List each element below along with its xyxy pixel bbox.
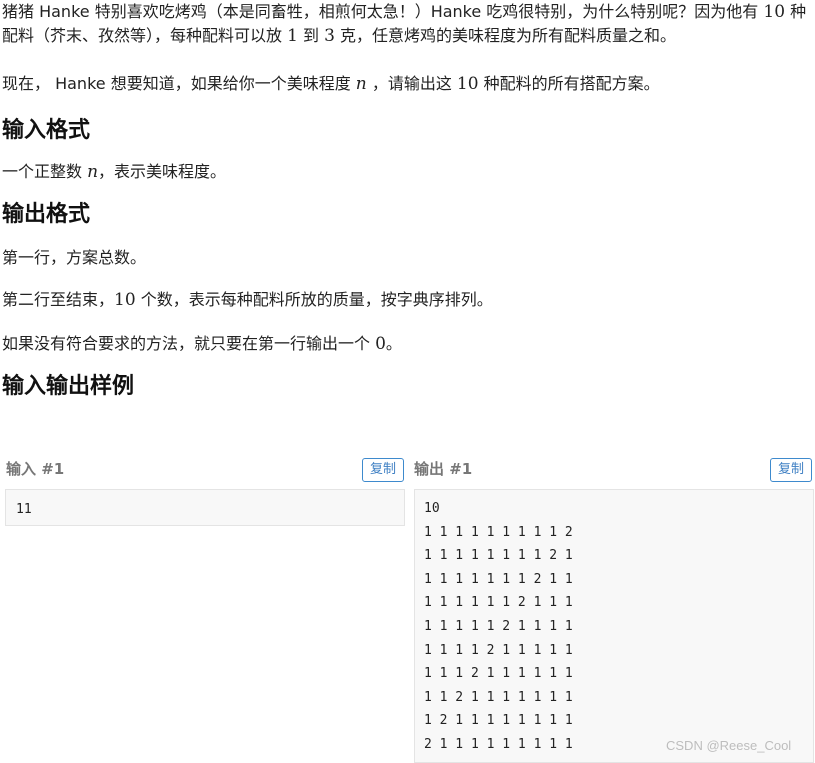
- question-text: ，请输出这: [366, 74, 457, 93]
- problem-content: 猪猪 Hanke 特别喜欢吃烤鸡（本是同畜牲，相煎何太急！）Hanke 吃鸡很特…: [2, 0, 813, 402]
- output-format-line-2: 第二行至结束，10 个数，表示每种配料所放的质量，按字典序排列。: [2, 288, 813, 312]
- input-line: 11: [16, 502, 32, 517]
- math-number: 10: [456, 74, 479, 94]
- sample-output-label: 输出 #1: [414, 460, 473, 478]
- output-line: 1 1 1 1 1 2 1 1 1 1: [424, 618, 573, 634]
- output-line: 1 1 1 1 1 1 1 2 1 1: [424, 571, 573, 587]
- output-format-text-part: 如果没有符合要求的方法，就只要在第一行输出一个: [2, 334, 376, 353]
- output-line: 1 1 1 1 2 1 1 1 1 1: [424, 642, 573, 658]
- input-format-text-part: ，表示美味程度。: [98, 162, 227, 181]
- input-format-text-part: 一个正整数: [2, 162, 88, 181]
- description-text: 克，任意烤鸡的美味程度为所有配料质量之和。: [334, 26, 677, 45]
- description-text: 到: [297, 26, 325, 45]
- math-number: 10: [763, 2, 786, 22]
- output-format-text-part: 个数，表示每种配料所放的质量，按字典序排列。: [135, 290, 493, 309]
- output-line: 1 1 1 1 1 1 1 1 2 1: [424, 548, 573, 564]
- output-line: 10: [424, 501, 440, 516]
- copy-input-button[interactable]: 复制: [362, 458, 404, 482]
- sample-input-label: 输入 #1: [6, 460, 65, 478]
- question-text: 现在， Hanke 想要知道，如果给你一个美味程度: [2, 74, 356, 93]
- input-format-text: 一个正整数 n，表示美味程度。: [2, 160, 813, 184]
- output-format-line-3: 如果没有符合要求的方法，就只要在第一行输出一个 0。: [2, 332, 813, 356]
- sample-input-box[interactable]: 11: [5, 489, 405, 526]
- output-line: 1 1 2 1 1 1 1 1 1 1: [424, 689, 573, 705]
- math-number: 10: [114, 290, 136, 310]
- math-number: 0: [375, 334, 386, 354]
- math-number: 3: [324, 26, 335, 46]
- sample-output-box[interactable]: 10 1 1 1 1 1 1 1 1 1 2 1 1 1 1 1 1 1 1 2 1…: [414, 489, 814, 763]
- problem-question: 现在， Hanke 想要知道，如果给你一个美味程度 n ，请输出这 10 种配料…: [2, 72, 813, 96]
- output-format-text-part: 。: [385, 334, 402, 353]
- output-line: 1 1 1 1 1 1 1 1 1 2: [424, 524, 573, 540]
- description-text: 猪猪 Hanke 特别喜欢吃烤鸡（本是同畜牲，相煎何太急！）Hanke 吃鸡很特…: [2, 2, 764, 21]
- output-format-text-part: 第二行至结束，: [2, 290, 115, 309]
- output-format-line-1: 第一行，方案总数。: [2, 248, 147, 267]
- output-format-heading: 输出格式: [2, 202, 91, 227]
- input-format-heading: 输入格式: [2, 118, 91, 143]
- csdn-watermark: CSDN @Reese_Cool: [666, 738, 792, 753]
- math-variable: n: [355, 74, 367, 94]
- math-variable: n: [87, 162, 99, 182]
- math-number: 1: [287, 26, 298, 46]
- question-text: 种配料的所有搭配方案。: [478, 74, 660, 93]
- problem-description: 猪猪 Hanke 特别喜欢吃烤鸡（本是同畜牲，相煎何太急！）Hanke 吃鸡很特…: [2, 0, 813, 48]
- copy-output-button[interactable]: 复制: [770, 458, 812, 482]
- output-line: 1 1 1 2 1 1 1 1 1 1: [424, 666, 573, 682]
- output-line: 1 1 1 1 1 1 2 1 1 1: [424, 595, 573, 611]
- samples-heading: 输入输出样例: [2, 374, 135, 399]
- output-line: 1 2 1 1 1 1 1 1 1 1: [424, 713, 573, 729]
